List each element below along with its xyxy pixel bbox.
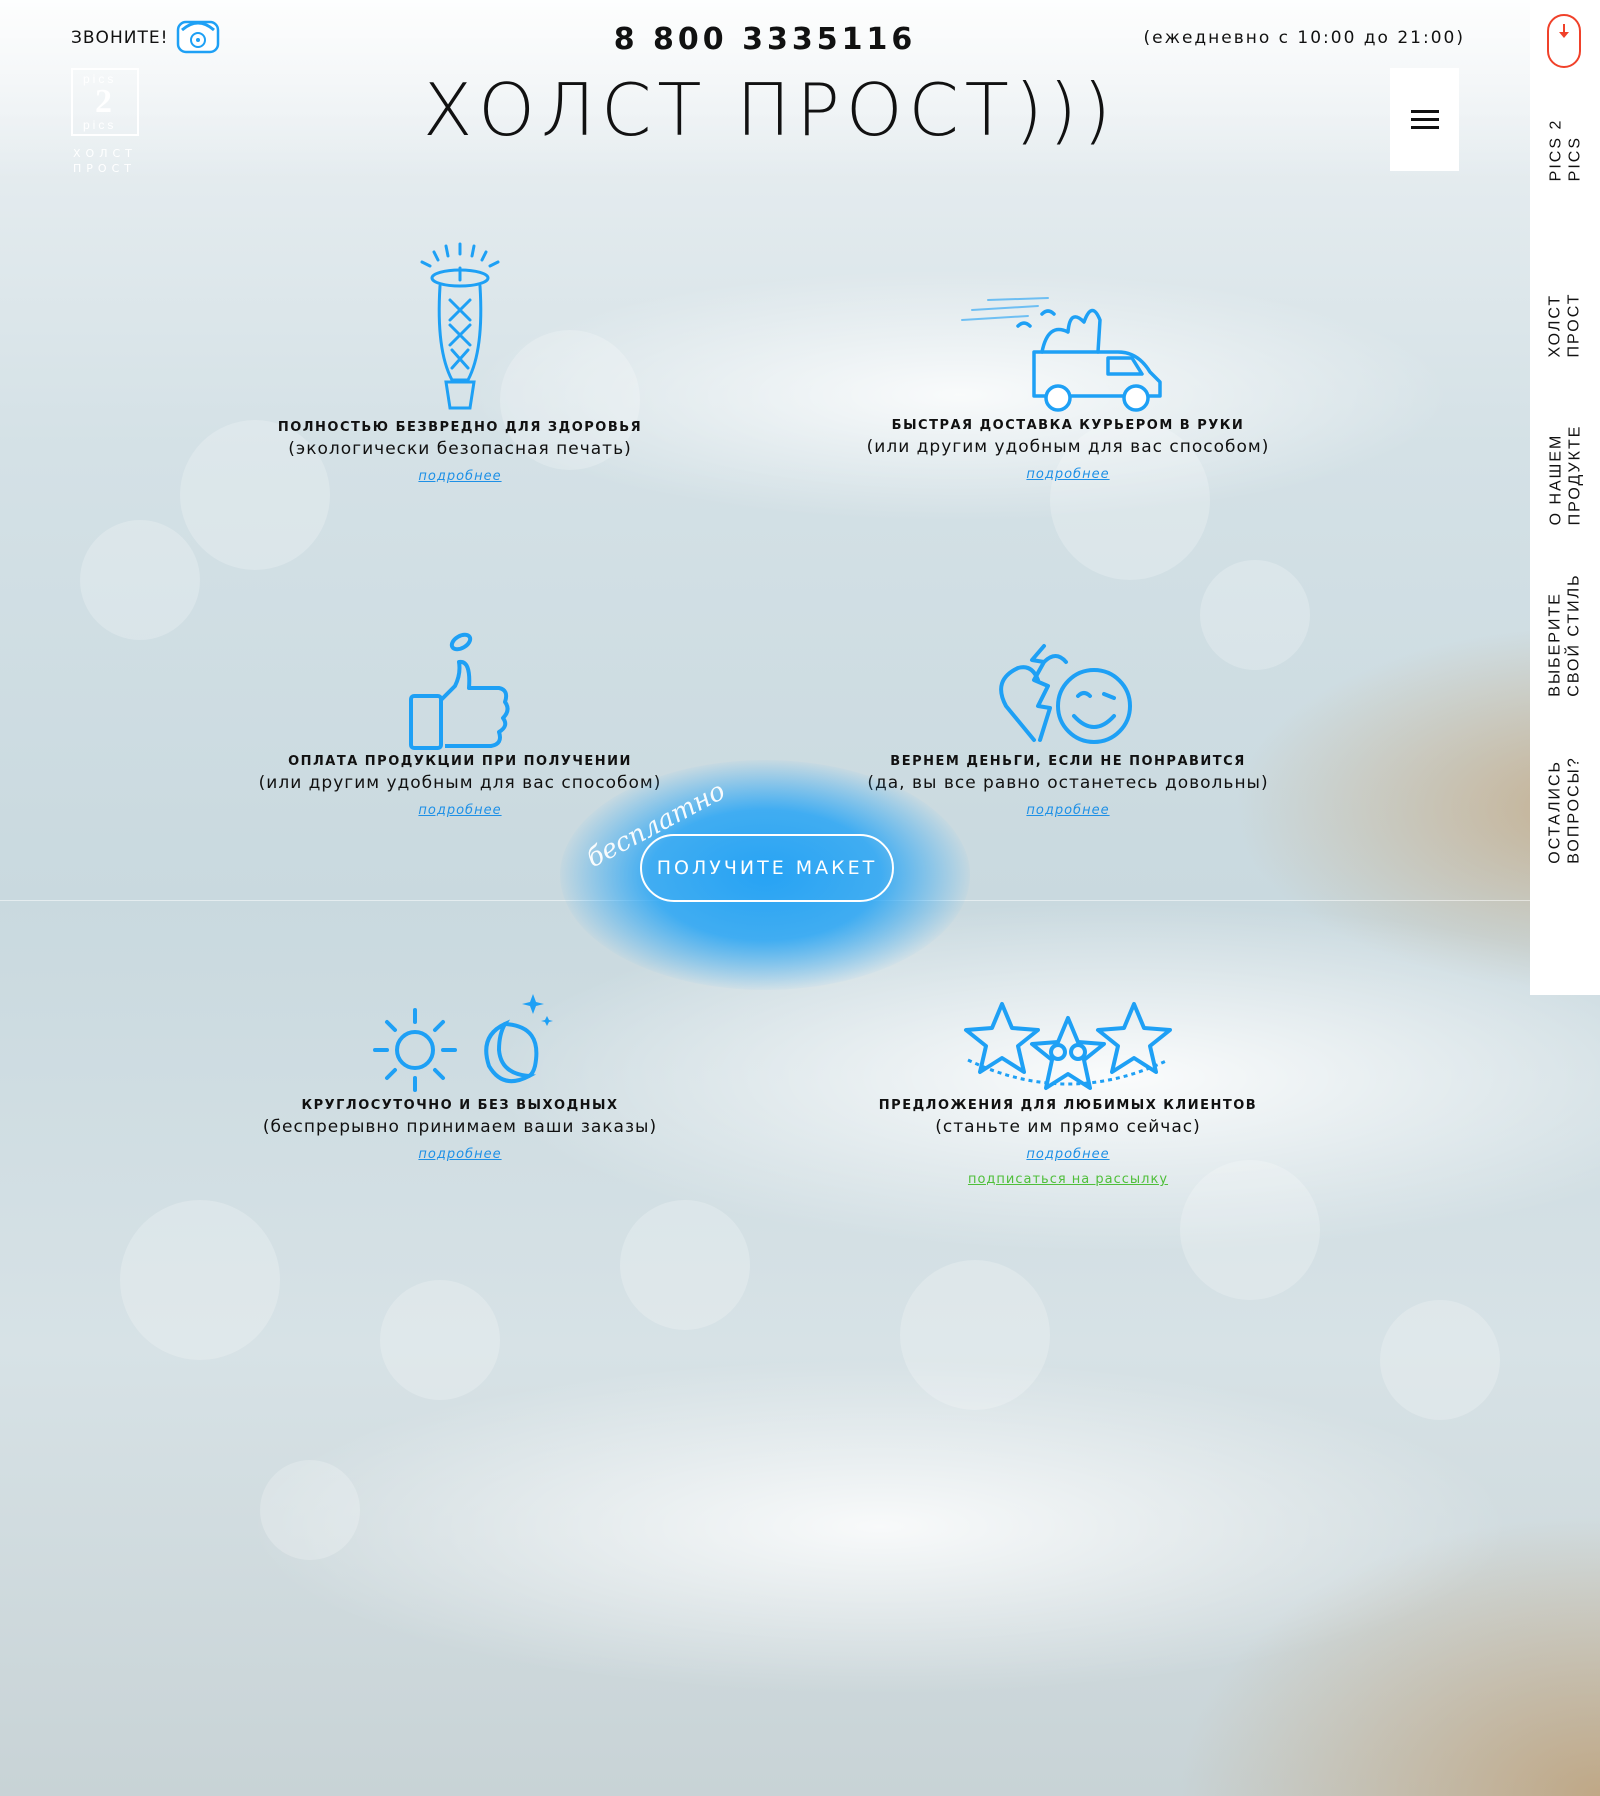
feature-more-link[interactable]: подробнее: [1026, 803, 1109, 818]
feature-subtitle: (экологически безопасная печать): [288, 439, 632, 459]
get-mockup-button[interactable]: ПОЛУЧИТЕ МАКЕТ: [640, 834, 894, 902]
feature-24-7: КРУГЛОСУТОЧНО И БЕЗ ВЫХОДНЫХ (беспрерывн…: [160, 990, 760, 1162]
stars-icon: [964, 1002, 1172, 1090]
menu-button[interactable]: [1390, 68, 1459, 171]
scroll-down-icon[interactable]: [1547, 14, 1581, 68]
side-nav-label: PICS 2 PICS: [1547, 118, 1583, 182]
brand-logo[interactable]: pics 2 pics: [71, 68, 139, 136]
logo-brand-text: ХОЛСТ ПРОСТ: [73, 146, 153, 176]
logo-digit: 2: [95, 83, 112, 120]
hamburger-icon: [1411, 110, 1439, 113]
feature-health: ПОЛНОСТЬЮ БЕЗВРЕДНО ДЛЯ ЗДОРОВЬЯ (эколог…: [160, 240, 760, 484]
feature-more-link[interactable]: подробнее: [1026, 1147, 1109, 1162]
broken-heart-smile-icon: [999, 644, 1132, 744]
sun-moon-icon: [373, 994, 553, 1092]
feature-subtitle: (беспрерывно принимаем ваши заказы): [262, 1117, 658, 1137]
logo-text-bottom: pics: [83, 118, 117, 132]
feature-title: БЫСТРАЯ ДОСТАВКА КУРЬЕРОМ В РУКИ: [891, 418, 1245, 433]
feature-title: ВЕРНЕМ ДЕНЬГИ, ЕСЛИ НЕ ПОНРАВИТСЯ: [890, 754, 1246, 769]
side-nav-item-style[interactable]: ВЫБЕРИТЕ СВОЙ СТИЛЬ: [1530, 570, 1600, 700]
feature-subtitle: (станьте им прямо сейчас): [935, 1117, 1201, 1137]
feature-title: ПОЛНОСТЬЮ БЕЗВРЕДНО ДЛЯ ЗДОРОВЬЯ: [277, 420, 643, 435]
phone-number[interactable]: 8 800 3335116: [560, 22, 970, 57]
logo-brand-line2: ПРОСТ: [73, 162, 136, 175]
working-hours: (ежедневно с 10:00 до 21:00): [1143, 28, 1465, 48]
logo-brand-line1: ХОЛСТ: [73, 147, 137, 160]
feature-offers: ПРЕДЛОЖЕНИЯ ДЛЯ ЛЮБИМЫХ КЛИЕНТОВ (станьт…: [768, 998, 1368, 1187]
feature-more-link[interactable]: подробнее: [418, 803, 501, 818]
side-nav-item-product[interactable]: О НАШЕМ ПРОДУКТЕ: [1530, 420, 1600, 530]
side-nav-item-holst[interactable]: ХОЛСТ ПРОСТ: [1530, 280, 1600, 370]
side-nav-label: ОСТАЛИСЬ ВОПРОСЫ?: [1547, 756, 1583, 864]
side-nav-label: О НАШЕМ ПРОДУКТЕ: [1547, 424, 1584, 526]
side-nav-label: ХОЛСТ ПРОСТ: [1547, 292, 1583, 358]
side-nav-item-questions[interactable]: ОСТАЛИСЬ ВОПРОСЫ?: [1530, 750, 1600, 870]
feature-subtitle: (или другим удобным для вас способом): [866, 437, 1270, 457]
side-nav: PICS 2 PICS ХОЛСТ ПРОСТ О НАШЕМ ПРОДУКТЕ…: [1530, 0, 1600, 995]
hamburger-icon-bar: [1411, 126, 1439, 129]
feature-title: ОПЛАТА ПРОДУКЦИИ ПРИ ПОЛУЧЕНИИ: [288, 754, 632, 769]
feature-title: КРУГЛОСУТОЧНО И БЕЗ ВЫХОДНЫХ: [301, 1098, 619, 1113]
side-nav-label: ВЫБЕРИТЕ СВОЙ СТИЛЬ: [1547, 573, 1584, 697]
grass-plant-icon: [420, 242, 500, 410]
telephone-icon[interactable]: [172, 14, 224, 58]
call-label: ЗВОНИТЕ!: [71, 28, 169, 48]
feature-more-link[interactable]: подробнее: [1026, 467, 1109, 482]
thumbs-up-icon: [409, 632, 510, 750]
delivery-van-icon: [961, 297, 1162, 412]
feature-delivery: БЫСТРАЯ ДОСТАВКА КУРЬЕРОМ В РУКИ (или др…: [768, 292, 1368, 482]
side-nav-item-pics2pics[interactable]: PICS 2 PICS: [1530, 110, 1600, 190]
feature-title: ПРЕДЛОЖЕНИЯ ДЛЯ ЛЮБИМЫХ КЛИЕНТОВ: [878, 1098, 1258, 1113]
hamburger-icon-bar: [1411, 118, 1439, 121]
page-title: ХОЛСТ ПРОСТ))): [422, 68, 1118, 152]
feature-more-link[interactable]: подробнее: [418, 1147, 501, 1162]
subscribe-link[interactable]: подписаться на рассылку: [968, 1172, 1168, 1187]
feature-more-link[interactable]: подробнее: [418, 469, 501, 484]
